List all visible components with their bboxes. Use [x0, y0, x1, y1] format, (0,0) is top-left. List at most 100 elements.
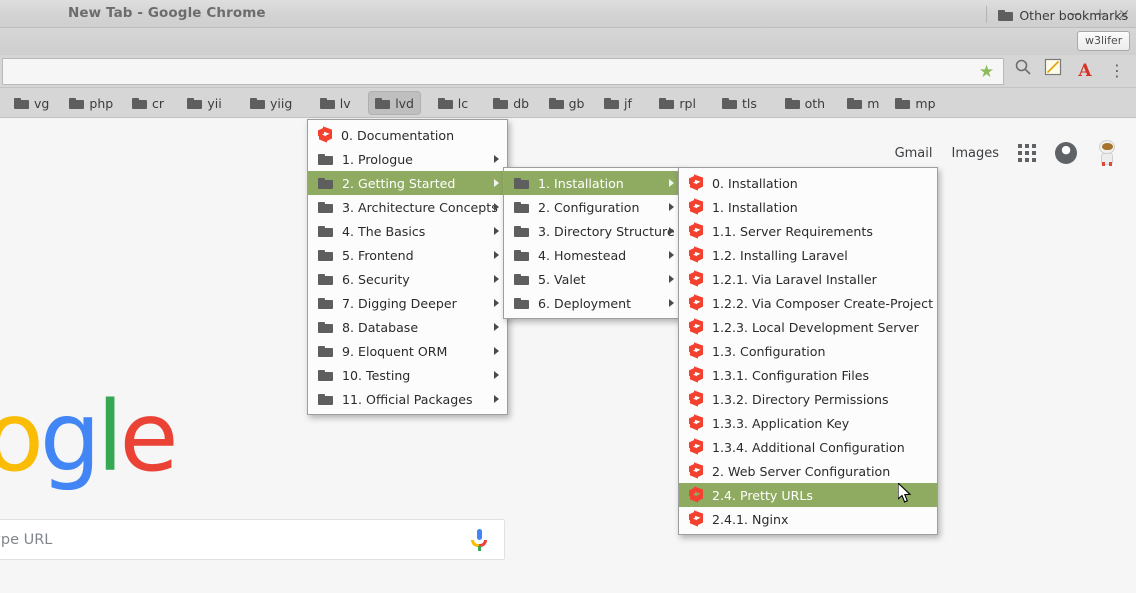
bookmark-folder-m[interactable]: m — [841, 92, 885, 114]
folder-icon — [895, 97, 910, 109]
submenu-arrow-icon — [494, 203, 499, 211]
avatar-visor — [1102, 143, 1113, 150]
images-link[interactable]: Images — [952, 146, 1000, 161]
menu-item[interactable]: 1.3. Configuration — [679, 339, 937, 363]
menu-item-label: 4. Homestead — [538, 248, 626, 263]
menu-item-label: 3. Architecture Concepts — [342, 200, 498, 215]
bookmark-folder-oth[interactable]: oth — [779, 92, 831, 114]
menu-item[interactable]: 5. Frontend — [308, 243, 507, 267]
menu-item[interactable]: 4. Homestead — [504, 243, 682, 267]
folder-icon — [132, 97, 147, 109]
menu-item[interactable]: 1. Installation — [679, 195, 937, 219]
menu-item[interactable]: 1. Prologue — [308, 147, 507, 171]
bookmark-folder-vg[interactable]: vg — [8, 92, 55, 114]
menu-item[interactable]: 2. Configuration — [504, 195, 682, 219]
folder-icon — [318, 369, 333, 381]
menu-item[interactable]: 2. Getting Started — [308, 171, 507, 195]
menu-item[interactable]: 11. Official Packages — [308, 387, 507, 411]
menu-item[interactable]: 1.3.4. Additional Configuration — [679, 435, 937, 459]
tab-strip — [0, 28, 1136, 55]
search-input[interactable]: Search Google or type URL — [0, 519, 505, 560]
bookmark-star-icon[interactable]: ★ — [978, 64, 995, 81]
bookmark-label: cr — [152, 96, 164, 111]
folder-icon — [514, 225, 529, 237]
bookmark-folder-jf[interactable]: jf — [598, 92, 638, 114]
submenu-arrow-icon — [669, 299, 674, 307]
folder-icon — [318, 321, 333, 333]
menu-item[interactable]: 2.4. Pretty URLs — [679, 483, 937, 507]
folder-icon — [514, 297, 529, 309]
submenu-arrow-icon — [494, 299, 499, 307]
menu-item-label: 1.2.1. Via Laravel Installer — [712, 272, 877, 287]
menu-item[interactable]: 1.3.1. Configuration Files — [679, 363, 937, 387]
bookmark-folder-lc[interactable]: lc — [432, 92, 474, 114]
folder-icon — [318, 345, 333, 357]
bookmark-folder-db[interactable]: db — [487, 92, 535, 114]
menu-item[interactable]: 6. Security — [308, 267, 507, 291]
menu-item[interactable]: 6. Deployment — [504, 291, 682, 315]
folder-icon — [318, 249, 333, 261]
search-icon[interactable] — [1010, 58, 1036, 84]
bookmark-folder-yii[interactable]: yii — [181, 92, 227, 114]
bookmark-folder-cr[interactable]: cr — [126, 92, 170, 114]
bookmark-folder-tls[interactable]: tls — [716, 92, 763, 114]
menu-item[interactable]: 1.2.3. Local Development Server — [679, 315, 937, 339]
menu-item-label: 5. Valet — [538, 272, 586, 287]
menu-item[interactable]: 7. Digging Deeper — [308, 291, 507, 315]
bookmark-folder-yiig[interactable]: yiig — [244, 92, 298, 114]
bookmark-folder-gb[interactable]: gb — [543, 92, 591, 114]
chrome-menu-icon[interactable]: ⋮ — [1104, 58, 1130, 84]
other-bookmarks-button[interactable]: Other bookmarks — [986, 4, 1128, 26]
adblock-a-icon[interactable]: A — [1072, 58, 1098, 84]
menu-item[interactable]: 1.2.1. Via Laravel Installer — [679, 267, 937, 291]
menu-item[interactable]: 8. Database — [308, 315, 507, 339]
menu-item[interactable]: 2.4.1. Nginx — [679, 507, 937, 531]
menu-item-label: 1.3.2. Directory Permissions — [712, 392, 889, 407]
menu-item[interactable]: 1.1. Server Requirements — [679, 219, 937, 243]
menu-item[interactable]: 4. The Basics — [308, 219, 507, 243]
note-edit-icon[interactable] — [1040, 58, 1066, 84]
notification-bell-icon[interactable] — [1055, 142, 1077, 164]
menu-item[interactable]: 1.3.2. Directory Permissions — [679, 387, 937, 411]
avatar[interactable] — [1096, 140, 1118, 166]
window-title: New Tab - Google Chrome — [68, 5, 266, 21]
menu-item-label: 10. Testing — [342, 368, 410, 383]
menu-item[interactable]: 1.2. Installing Laravel — [679, 243, 937, 267]
bookmark-folder-lvd[interactable]: lvd — [369, 92, 420, 114]
menu-item[interactable]: 5. Valet — [504, 267, 682, 291]
apps-grid-icon[interactable] — [1018, 144, 1036, 162]
menu-item[interactable]: 10. Testing — [308, 363, 507, 387]
folder-icon — [514, 249, 529, 261]
menu-item-label: 4. The Basics — [342, 224, 425, 239]
menu-item[interactable]: 1.3.3. Application Key — [679, 411, 937, 435]
menu-item[interactable]: 1.2.2. Via Composer Create-Project — [679, 291, 937, 315]
menu-item[interactable]: 0. Installation — [679, 171, 937, 195]
menu-item[interactable]: 9. Eloquent ORM — [308, 339, 507, 363]
menu-item-label: 1. Installation — [712, 200, 798, 215]
bookmark-folder-rpl[interactable]: rpl — [653, 92, 702, 114]
folder-icon — [375, 97, 390, 109]
bookmark-label: lvd — [395, 96, 414, 111]
avatar-leg-left — [1102, 162, 1105, 166]
menu-item[interactable]: 2. Web Server Configuration — [679, 459, 937, 483]
folder-icon — [549, 97, 564, 109]
gmail-link[interactable]: Gmail — [895, 146, 933, 161]
microphone-icon[interactable] — [471, 529, 488, 552]
title-bar: New Tab - Google Chrome − + × — [0, 0, 1136, 28]
menu-item[interactable]: 1. Installation — [504, 171, 682, 195]
menu-item[interactable]: 3. Architecture Concepts — [308, 195, 507, 219]
folder-icon — [318, 177, 333, 189]
browser-toolbar: ★ A ⋮ — [0, 55, 1136, 88]
bookmark-label: tls — [742, 96, 757, 111]
address-input[interactable] — [11, 63, 961, 82]
omnibox[interactable]: ★ — [2, 58, 1004, 85]
menu-item-label: 0. Documentation — [341, 128, 454, 143]
w3lifer-badge[interactable]: w3lifer — [1077, 31, 1130, 51]
menu-item[interactable]: 3. Directory Structure — [504, 219, 682, 243]
folder-icon — [250, 97, 265, 109]
bookmark-folder-lv[interactable]: lv — [314, 92, 357, 114]
bookmark-folder-mp[interactable]: mp — [889, 92, 941, 114]
bookmark-folder-php[interactable]: php — [63, 92, 119, 114]
menu-item[interactable]: 0. Documentation — [308, 123, 507, 147]
bookmark-menu-level-3: 0. Installation 1. Installation 1.1. Serve… — [678, 167, 938, 535]
